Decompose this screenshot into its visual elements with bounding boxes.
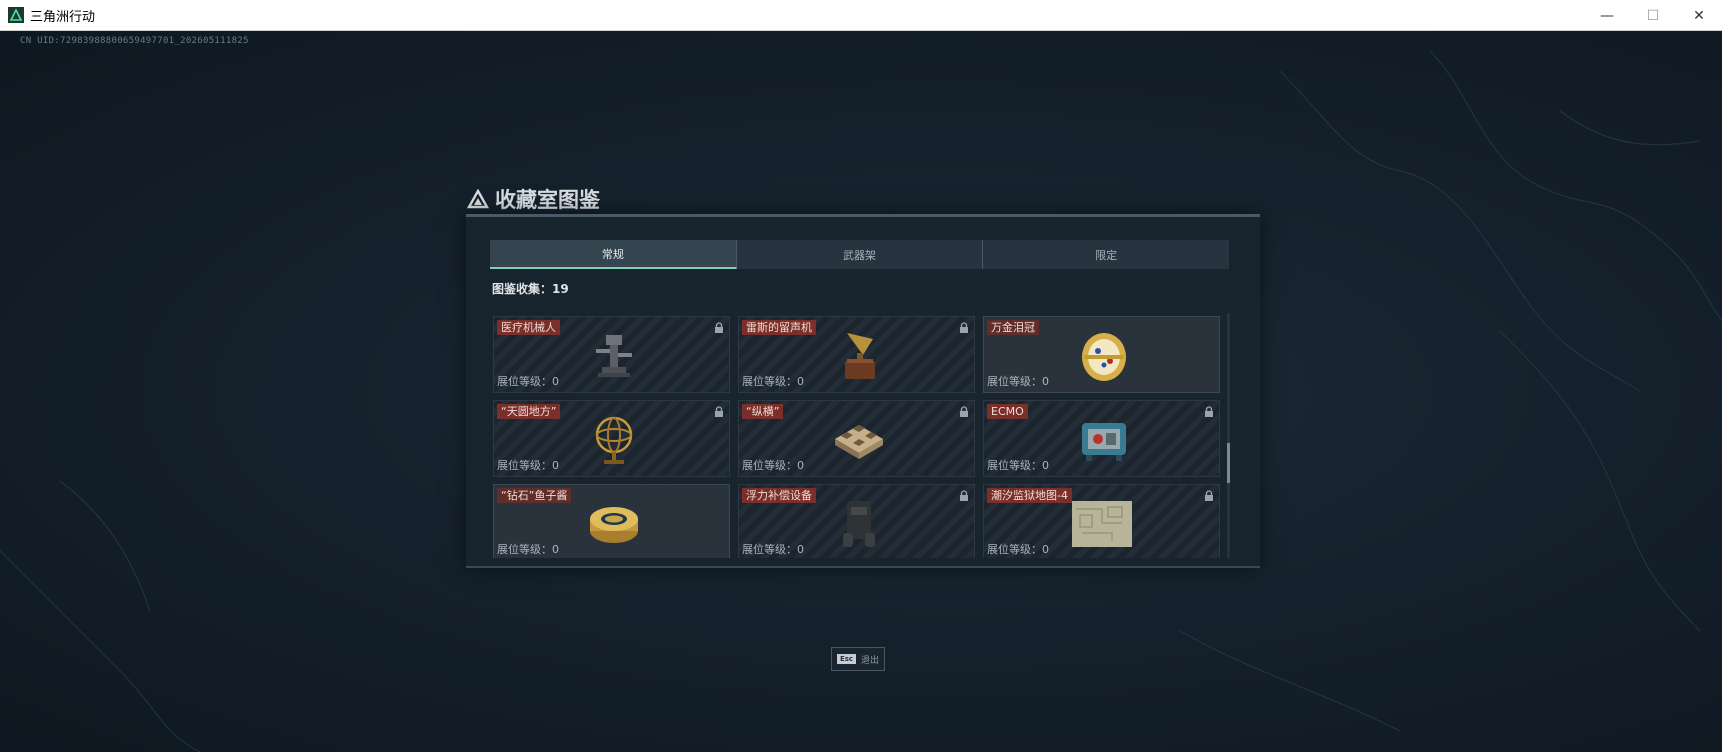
item-name: 潮汐监狱地图-4 — [987, 488, 1072, 503]
chessboard-icon — [835, 425, 883, 459]
game-viewport: CN UID:7298398880065949770​1_20260511182… — [0, 31, 1722, 752]
buoyancy-device-icon — [843, 501, 875, 547]
caviar-tin-icon — [590, 507, 638, 543]
display-level: 展位等级：0 — [742, 543, 804, 556]
prison-map-icon — [1072, 501, 1132, 547]
item-card[interactable]: 雷斯的留声机 展位等级：0 — [738, 316, 975, 393]
delta-logo-icon — [467, 189, 489, 209]
close-button[interactable]: ✕ — [1676, 0, 1722, 31]
tab-regular[interactable]: 常规 — [490, 240, 737, 269]
display-level: 展位等级：0 — [497, 459, 559, 472]
item-grid: 医疗机械人 展位等级：0 雷斯的留声机 展位等级：0 万金泪冠 展位等级：0 “… — [493, 316, 1220, 558]
window-titlebar: 三角洲行动 — ☐ ✕ — [0, 0, 1722, 31]
item-name: 浮力补偿设备 — [742, 488, 816, 503]
lock-icon — [1205, 406, 1213, 417]
panel-title-text: 收藏室图鉴 — [495, 188, 600, 212]
scrollbar-thumb[interactable] — [1227, 443, 1230, 483]
item-name: “纵横” — [742, 404, 784, 419]
lock-icon — [960, 406, 968, 417]
item-name: ECMO — [987, 404, 1028, 419]
jeweled-crown-icon — [1082, 333, 1126, 381]
item-card[interactable]: “钻石”鱼子酱 展位等级：0 — [493, 484, 730, 558]
display-level: 展位等级：0 — [742, 459, 804, 472]
armillary-sphere-icon — [595, 416, 633, 464]
item-name: “天圆地方” — [497, 404, 561, 419]
collection-count: 图鉴收集：19 — [492, 282, 569, 296]
ecmo-machine-icon — [1082, 423, 1126, 461]
minimize-button[interactable]: — — [1584, 0, 1630, 31]
display-level: 展位等级：0 — [987, 459, 1049, 472]
item-card[interactable]: ECMO 展位等级：0 — [983, 400, 1220, 477]
item-name: “钻石”鱼子酱 — [497, 488, 572, 503]
lock-icon — [960, 490, 968, 501]
display-level: 展位等级：0 — [497, 375, 559, 388]
grid-scrollbar[interactable] — [1227, 313, 1230, 558]
esc-key-badge: Esc — [836, 654, 857, 664]
lock-icon — [1205, 490, 1213, 501]
display-level: 展位等级：0 — [987, 375, 1049, 388]
item-card[interactable]: 潮汐监狱地图-4 展位等级：0 — [983, 484, 1220, 558]
item-name: 万金泪冠 — [987, 320, 1039, 335]
item-card[interactable]: “纵横” 展位等级：0 — [738, 400, 975, 477]
category-tabs: 常规 武器架 限定 — [490, 240, 1229, 269]
exit-hint[interactable]: Esc 退出 — [831, 647, 885, 671]
item-name: 医疗机械人 — [497, 320, 560, 335]
lock-icon — [715, 406, 723, 417]
medical-robot-icon — [596, 335, 632, 377]
item-card[interactable]: 浮力补偿设备 展位等级：0 — [738, 484, 975, 558]
gramophone-icon — [845, 333, 875, 379]
app-logo-icon — [8, 7, 24, 23]
item-grid-viewport: 医疗机械人 展位等级：0 雷斯的留声机 展位等级：0 万金泪冠 展位等级：0 “… — [493, 313, 1246, 558]
display-level: 展位等级：0 — [742, 375, 804, 388]
tab-weapon-rack[interactable]: 武器架 — [737, 240, 984, 269]
maximize-button[interactable]: ☐ — [1630, 0, 1676, 31]
item-card[interactable]: 万金泪冠 展位等级：0 — [983, 316, 1220, 393]
lock-icon — [960, 322, 968, 333]
exit-label: 退出 — [861, 655, 880, 666]
collection-panel: 常规 武器架 限定 图鉴收集：19 医疗机械人 展位等级：0 雷斯的留声机 展位… — [466, 214, 1260, 568]
item-card[interactable]: 医疗机械人 展位等级：0 — [493, 316, 730, 393]
display-level: 展位等级：0 — [497, 543, 559, 556]
uid-label: CN UID:7298398880065949770​1_20260511182… — [20, 36, 249, 46]
panel-title: 收藏室图鉴 — [467, 184, 600, 214]
item-name: 雷斯的留声机 — [742, 320, 816, 335]
window-title: 三角洲行动 — [30, 9, 96, 25]
tab-limited[interactable]: 限定 — [983, 240, 1229, 269]
item-card[interactable]: “天圆地方” 展位等级：0 — [493, 400, 730, 477]
display-level: 展位等级：0 — [987, 543, 1049, 556]
lock-icon — [715, 322, 723, 333]
